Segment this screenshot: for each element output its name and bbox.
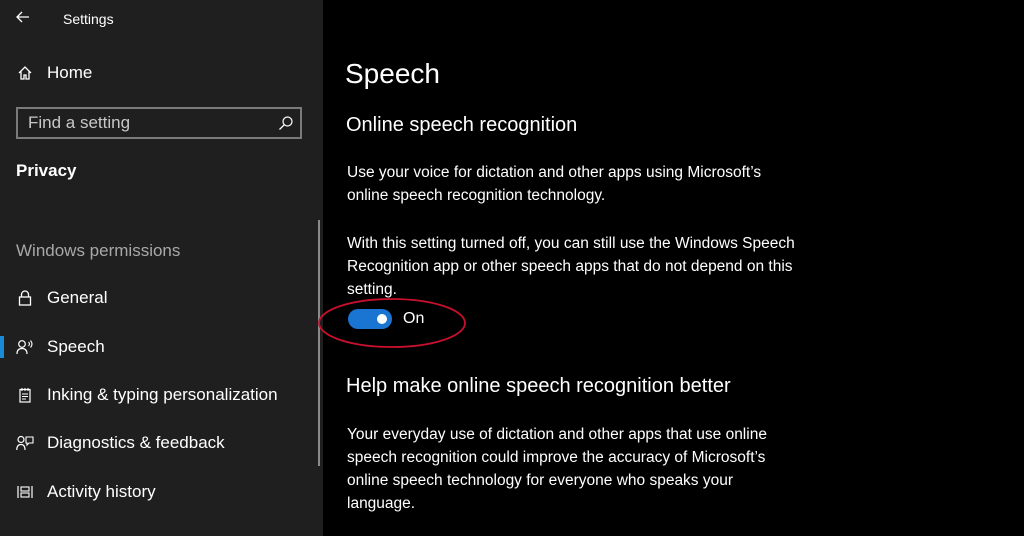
search-box[interactable]	[16, 107, 302, 139]
online-speech-toggle[interactable]	[348, 309, 392, 329]
app-title: Settings	[63, 11, 114, 27]
speech-icon	[16, 338, 34, 356]
sidebar-scrollbar[interactable]	[318, 220, 320, 466]
help-improve-description: Your everyday use of dictation and other…	[347, 426, 767, 512]
sidebar-item-label: Diagnostics & feedback	[47, 433, 225, 452]
sidebar-item-label: Home	[47, 63, 93, 82]
main-content: Speech Online speech recognition Use you…	[318, 0, 1024, 536]
online-speech-note: With this setting turned off, you can st…	[347, 235, 795, 298]
online-speech-description: Use your voice for dictation and other a…	[347, 164, 762, 204]
sidebar-item-home[interactable]: Home	[0, 53, 323, 93]
online-speech-heading: Online speech recognition	[346, 114, 578, 136]
title-bar: Settings	[0, 0, 323, 40]
sidebar-item-diagnostics-feedback[interactable]: Diagnostics & feedback	[0, 423, 323, 463]
notepad-icon	[16, 386, 34, 404]
sidebar-item-general[interactable]: General	[0, 278, 323, 318]
sidebar-group-header: Windows permissions	[16, 241, 181, 260]
search-input[interactable]	[28, 109, 268, 137]
sidebar-item-label: General	[47, 288, 108, 307]
lock-icon	[16, 289, 34, 307]
sidebar-item-speech[interactable]: Speech	[0, 327, 323, 367]
toggle-knob	[377, 314, 387, 324]
feedback-icon	[16, 434, 34, 452]
back-button[interactable]	[10, 4, 36, 30]
sidebar-item-activity-history[interactable]: Activity history	[0, 472, 323, 512]
sidebar-item-label: Inking & typing personalization	[47, 385, 278, 404]
sidebar-section-title: Privacy	[16, 161, 77, 180]
sidebar-item-inking-typing[interactable]: Inking & typing personalization	[0, 375, 323, 415]
search-icon[interactable]	[278, 115, 294, 131]
help-improve-heading: Help make online speech recognition bett…	[346, 375, 731, 397]
sidebar-item-label: Speech	[47, 337, 105, 356]
sidebar: Settings Home Privacy Windows permission…	[0, 0, 323, 536]
selection-indicator	[0, 336, 4, 358]
back-arrow-icon	[16, 11, 29, 23]
sidebar-item-label: Activity history	[47, 482, 156, 501]
home-icon	[16, 64, 34, 82]
settings-window: Settings Home Privacy Windows permission…	[0, 0, 1024, 536]
page-title: Speech	[345, 58, 440, 89]
history-icon	[16, 483, 34, 501]
toggle-state-label: On	[403, 310, 425, 327]
annotation-circle	[318, 298, 466, 348]
